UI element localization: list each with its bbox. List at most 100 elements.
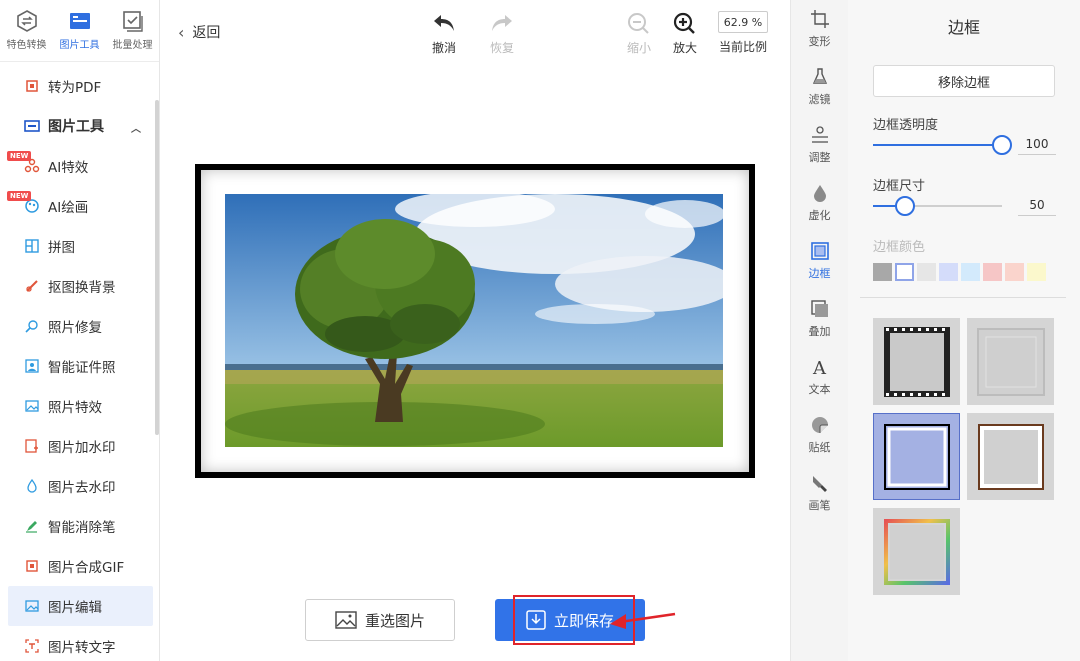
sidebar-item-label: 照片修复 — [48, 320, 102, 336]
sidebar-item-ai-painting[interactable]: NEW AI绘画 — [0, 186, 153, 226]
sidebar-item-collage[interactable]: 拼图 — [0, 226, 153, 266]
tool-label: 文本 — [808, 383, 831, 396]
sidebar-item-to-pdf[interactable]: 转为PDF — [0, 66, 153, 106]
save-label: 立即保存 — [553, 611, 614, 630]
adjust-icon — [811, 126, 828, 143]
zoom-in-button[interactable]: 放大 — [673, 12, 697, 56]
sidebar-item-cutout[interactable]: 抠图换背景 — [0, 266, 153, 306]
sidebar-item-eraser[interactable]: 智能消除笔 — [0, 506, 153, 546]
sidebar-item-image-edit[interactable]: 图片编辑 — [8, 586, 153, 626]
image-tool-icon — [24, 118, 40, 134]
tool-border[interactable]: 边框 — [791, 232, 848, 290]
color-swatch[interactable] — [895, 263, 914, 281]
tool-adjust[interactable]: 调整 — [791, 116, 848, 174]
opacity-slider-handle[interactable] — [992, 135, 1012, 155]
tool-transform[interactable]: 变形 — [791, 0, 848, 58]
remove-watermark-icon — [24, 478, 40, 494]
tab-special-convert[interactable]: 特色转换 — [0, 0, 53, 61]
size-slider-handle[interactable] — [895, 196, 915, 216]
sidebar-item-add-watermark[interactable]: 图片加水印 — [0, 426, 153, 466]
tool-overlay[interactable]: 叠加 — [791, 290, 848, 348]
sidebar-item-id-photo[interactable]: 智能证件照 — [0, 346, 153, 386]
color-swatch[interactable] — [961, 263, 980, 281]
tool-label: 叠加 — [808, 325, 831, 338]
filter-icon — [812, 68, 827, 84]
image-frame[interactable] — [195, 164, 755, 478]
tool-label: 调整 — [808, 151, 831, 164]
new-badge: NEW — [7, 151, 32, 161]
sidebar-item-image-to-text[interactable]: 图片转文字 — [0, 626, 153, 661]
frame-border — [201, 170, 749, 472]
tool-blur[interactable]: 虚化 — [791, 174, 848, 232]
size-slider[interactable] — [873, 196, 1002, 216]
sidebar-item-label: 图片编辑 — [48, 600, 102, 616]
sidebar-item-photo-effect[interactable]: 照片特效 — [0, 386, 153, 426]
collage-icon — [24, 238, 40, 254]
film-border-preview — [883, 326, 950, 397]
border-icon — [810, 242, 829, 260]
tool-sticker[interactable]: 贴纸 — [791, 406, 848, 464]
divider — [860, 297, 1066, 298]
undo-label: 撤消 — [432, 41, 457, 55]
add-watermark-icon — [24, 438, 40, 454]
opacity-value[interactable]: 100 — [1018, 137, 1056, 155]
sidebar-group-image-tools[interactable]: 图片工具 ︿ — [0, 106, 153, 146]
tool-text[interactable]: A 文本 — [791, 348, 848, 406]
panel-title: 边框 — [947, 18, 980, 37]
border-style-film[interactable] — [873, 318, 960, 405]
back-button[interactable]: ‹ 返回 — [178, 22, 220, 42]
image-icon — [335, 611, 357, 629]
color-swatch[interactable] — [873, 263, 892, 281]
tool-label: 虚化 — [808, 209, 831, 222]
size-value[interactable]: 50 — [1018, 198, 1056, 216]
sidebar-item-label: 图片转文字 — [48, 640, 116, 656]
tool-filter[interactable]: 滤镜 — [791, 58, 848, 116]
zoom-ratio-label: 当前比例 — [718, 40, 767, 54]
zoom-out-button[interactable]: 缩小 — [627, 12, 651, 56]
edit-tools-column: 变形 滤镜 调整 虚化 边框 叠加 A 文本 贴纸 画笔 — [790, 0, 848, 661]
image-tool-icon — [69, 13, 90, 29]
reselect-image-button[interactable]: 重选图片 — [305, 599, 455, 641]
batch-icon — [122, 11, 143, 32]
sidebar-item-ai-effect[interactable]: NEW AI特效 — [0, 146, 153, 186]
border-style-black-white[interactable] — [873, 413, 960, 500]
undo-button[interactable]: 撤消 — [432, 12, 456, 56]
color-swatch[interactable] — [939, 263, 958, 281]
sidebar-item-gif[interactable]: 图片合成GIF — [0, 546, 153, 586]
overlay-icon — [810, 300, 828, 317]
zoom-value[interactable]: 62.9 % — [718, 11, 768, 33]
opacity-slider-fill — [873, 144, 1002, 146]
color-swatch[interactable] — [983, 263, 1002, 281]
border-style-soft-gray[interactable] — [967, 318, 1054, 405]
sidebar-scrollbar[interactable] — [155, 100, 159, 435]
sidebar-item-label: 智能证件照 — [48, 360, 116, 376]
sidebar: 特色转换 图片工具 批量处理 转为PDF 图片工具 ︿ NEW AI特效 NEW — [0, 0, 160, 661]
sidebar-nav: 转为PDF 图片工具 ︿ NEW AI特效 NEW AI绘画 拼图 抠图换背景 … — [0, 66, 153, 661]
tab-image-tools[interactable]: 图片工具 — [53, 0, 106, 61]
back-label: 返回 — [192, 25, 221, 41]
sidebar-item-label: AI特效 — [48, 160, 89, 176]
tab-batch[interactable]: 批量处理 — [106, 0, 159, 61]
edited-photo[interactable] — [225, 194, 723, 447]
opacity-slider[interactable] — [873, 135, 1012, 155]
redo-button[interactable]: 恢复 — [490, 12, 514, 56]
sidebar-item-photo-repair[interactable]: 照片修复 — [0, 306, 153, 346]
color-swatch[interactable] — [917, 263, 936, 281]
color-swatch[interactable] — [1027, 263, 1046, 281]
image-edit-icon — [24, 598, 40, 614]
border-style-rainbow[interactable] — [873, 508, 960, 595]
repair-icon — [24, 318, 40, 334]
landscape-tree-image — [225, 194, 723, 447]
border-style-rust[interactable] — [967, 413, 1054, 500]
redo-label: 恢复 — [490, 41, 515, 55]
sidebar-item-remove-watermark[interactable]: 图片去水印 — [0, 466, 153, 506]
zoom-ratio[interactable]: 62.9 % 当前比例 — [718, 11, 768, 55]
remove-border-button[interactable]: 移除边框 — [873, 65, 1055, 97]
color-swatch[interactable] — [1005, 263, 1024, 281]
save-now-button[interactable]: 立即保存 — [495, 599, 645, 641]
cutout-icon — [24, 278, 40, 294]
soft-border-preview — [976, 327, 1045, 396]
tool-brush[interactable]: 画笔 — [791, 464, 848, 522]
download-icon — [526, 610, 546, 630]
sidebar-item-label: 图片加水印 — [48, 440, 116, 456]
